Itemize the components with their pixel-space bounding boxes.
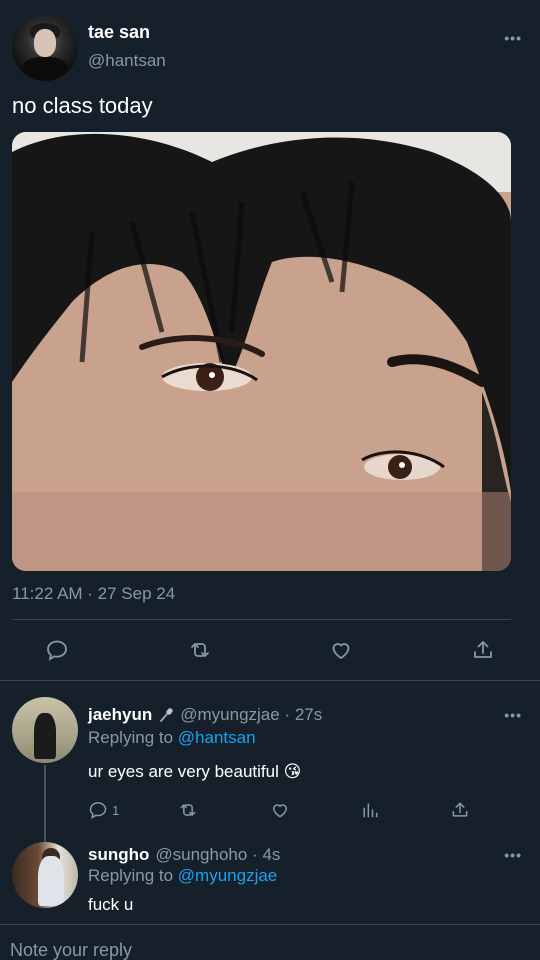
replying-to-line: Replying to @hantsan — [88, 728, 256, 748]
replying-to-link[interactable]: @myungzjae — [178, 866, 277, 885]
more-options-icon[interactable]: ••• — [504, 707, 522, 723]
replying-to-label: Replying to — [88, 866, 174, 885]
reply-avatar-jaehyun[interactable] — [12, 697, 78, 763]
share-icon[interactable] — [450, 798, 470, 822]
retweet-icon[interactable] — [178, 798, 198, 822]
reply-compose-input[interactable]: Note your reply — [10, 940, 132, 960]
author-display-name[interactable]: tae san — [88, 22, 150, 43]
reply-text: ur eyes are very beautiful — [88, 762, 279, 781]
comment-icon — [89, 802, 107, 820]
reply-author-name[interactable]: sungho — [88, 845, 149, 865]
replying-to-link[interactable]: @hantsan — [178, 728, 256, 747]
reply-handle-time: @myungzjae · 27s — [180, 705, 323, 724]
reply-icon[interactable] — [42, 635, 72, 665]
tweet-text: no class today — [12, 93, 153, 118]
divider — [0, 924, 540, 925]
thread-line — [44, 765, 46, 843]
retweet-icon[interactable] — [185, 635, 215, 665]
divider — [12, 619, 511, 620]
more-options-icon[interactable]: ••• — [504, 847, 522, 863]
reply-header: jaehyun @myungzjae · 27s — [88, 705, 322, 725]
avatar-figure — [38, 856, 64, 906]
reply-header: sungho @sunghoho · 4s — [88, 845, 280, 865]
replying-to-label: Replying to — [88, 728, 174, 747]
avatar-body — [22, 57, 68, 81]
photo-illustration — [12, 132, 511, 571]
like-icon[interactable] — [326, 635, 356, 665]
avatar-face — [34, 29, 56, 57]
tweet-photo[interactable] — [12, 132, 511, 571]
share-icon[interactable] — [468, 635, 498, 665]
reply-text: fuck u — [88, 895, 134, 914]
analytics-icon[interactable] — [360, 798, 380, 822]
reply-author-name[interactable]: jaehyun — [88, 705, 152, 725]
replying-to-line: Replying to @myungzjae — [88, 866, 277, 886]
tweet-timestamp[interactable]: 11:22 AM · 27 Sep 24 — [12, 584, 175, 604]
kiss-emoji: 😘 — [283, 762, 302, 781]
avatar-figure — [34, 713, 56, 759]
microphone-icon — [160, 708, 173, 722]
author-avatar[interactable] — [12, 15, 78, 81]
reply-text-line: ur eyes are very beautiful 😘 — [88, 762, 301, 782]
divider — [0, 680, 540, 681]
reply-avatar-sungho[interactable] — [12, 842, 78, 908]
reply-reply-button[interactable]: 1 — [88, 798, 119, 822]
more-options-icon[interactable]: ••• — [504, 30, 522, 46]
author-handle[interactable]: @hantsan — [88, 51, 166, 71]
reply-count: 1 — [112, 802, 120, 818]
reply-handle-time: @sunghoho · 4s — [155, 845, 281, 864]
like-icon[interactable] — [270, 798, 290, 822]
